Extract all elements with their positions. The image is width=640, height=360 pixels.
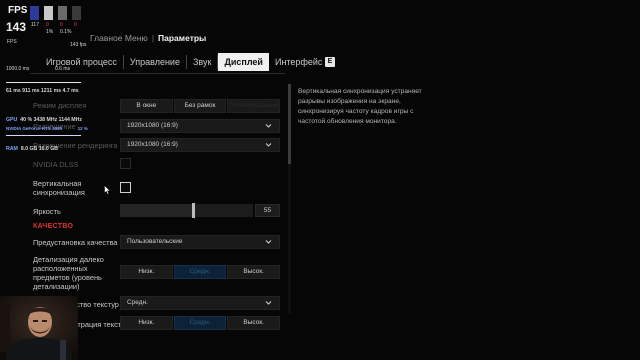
texture-quality-value: Средн.: [127, 299, 148, 306]
overlay-gpu-sub-value: 12 %: [77, 126, 88, 131]
texture-quality-dropdown[interactable]: Средн.: [120, 296, 280, 310]
quality-preset-label: Предустановка качества: [33, 238, 118, 247]
far-detail-low-option[interactable]: Низк.: [120, 265, 173, 279]
brightness-value[interactable]: 55: [255, 204, 280, 217]
display-mode-borderless-option[interactable]: Без рамок: [173, 99, 227, 113]
overlay-gpu-sub-row: NVIDIA GeForce RTX 3080 12 %: [6, 126, 88, 132]
far-detail-segmented: Низк. Средн. Высок.: [120, 265, 281, 279]
overlay-stat-bar: [58, 6, 67, 20]
tab-display[interactable]: Дисплей: [218, 53, 269, 71]
keyboard-key-icon[interactable]: E: [325, 57, 335, 67]
dlss-label: NVIDIA DLSS: [33, 160, 79, 169]
overlay-stat-value: 0: [46, 22, 49, 28]
tab-controls[interactable]: Управление: [124, 53, 186, 71]
overlay-frametime: 143 fps: [70, 42, 87, 48]
quality-section-heading: КАЧЕСТВО: [33, 223, 74, 230]
tab-audio[interactable]: Звук: [187, 53, 217, 71]
display-mode-label: Режим дисплея: [33, 101, 87, 110]
render-resolution-value: 1920x1080 (16:9): [127, 141, 178, 148]
breadcrumb-current: Параметры: [158, 33, 207, 43]
far-detail-medium-option[interactable]: Средн.: [173, 265, 227, 279]
overlay-gpu-row: GPU 40 % 3438 MHz 1144 MHz: [6, 117, 82, 123]
quality-preset-dropdown[interactable]: Пользовательские: [120, 235, 280, 249]
overlay-percentile-01: 0.1%: [60, 29, 72, 35]
far-detail-high-option[interactable]: Высок.: [227, 265, 281, 279]
dlss-checkbox[interactable]: [120, 158, 131, 169]
overlay-stat-value: 117: [31, 22, 39, 28]
display-mode-windowed-option[interactable]: В окне: [120, 99, 173, 113]
texture-filter-medium-option[interactable]: Средн.: [173, 316, 227, 330]
chevron-down-icon: [265, 301, 272, 305]
overlay-ram-tag: RAM: [6, 146, 18, 152]
brightness-slider-fill: [120, 204, 193, 217]
overlay-stat-value: 0: [60, 22, 63, 28]
breadcrumb-parent[interactable]: Главное Меню: [90, 33, 148, 43]
fps-label: FPS: [8, 5, 28, 16]
breadcrumb-separator: |: [151, 33, 155, 43]
vsync-checkbox[interactable]: [120, 182, 131, 193]
far-detail-label: Детализация далеко расположенных предмет…: [33, 255, 104, 291]
chevron-down-icon: [265, 124, 272, 128]
chevron-down-icon: [265, 240, 272, 244]
chevron-down-icon: [265, 143, 272, 147]
overlay-frametime-graph: [6, 82, 81, 83]
overlay-gpu-name: NVIDIA GeForce RTX 3080: [6, 126, 63, 131]
tab-interface[interactable]: Интерфейс: [269, 53, 328, 71]
vsync-label: Вертикальная синхронизация: [33, 179, 85, 197]
texture-filter-high-option[interactable]: Высок.: [227, 316, 281, 330]
texture-filter-segmented: Низк. Средн. Высок.: [120, 316, 281, 330]
settings-scrollbar-thumb[interactable]: [288, 84, 291, 164]
overlay-gpu-text: 40 % 3438 MHz 1144 MHz: [20, 117, 82, 123]
resolution-value: 1920x1080 (16:9): [127, 122, 178, 129]
overlay-stat-bar: [44, 6, 53, 20]
webcam-person-image: [0, 296, 78, 360]
brightness-slider-handle[interactable]: [192, 203, 195, 218]
breadcrumb: Главное Меню | Параметры: [90, 33, 206, 43]
overlay-stat-value: 0: [74, 22, 77, 28]
webcam-feed: [0, 296, 78, 360]
overlay-stat-bar: [72, 6, 81, 20]
render-resolution-dropdown[interactable]: 1920x1080 (16:9): [120, 138, 280, 152]
overlay-percentile-1: 1%: [46, 29, 54, 35]
overlay-gpu-tag: GPU: [6, 117, 18, 123]
quality-preset-value: Пользовательские: [127, 238, 183, 245]
mouse-cursor-icon: [104, 185, 111, 195]
overlay-latency-row: 61 ms 911 ms 1211 ms 4.7 ms: [6, 88, 79, 94]
setting-description: Вертикальная синхронизация устраняет раз…: [298, 88, 422, 125]
fps-unit: FPS: [7, 39, 17, 45]
resolution-dropdown[interactable]: 1920x1080 (16:9): [120, 119, 280, 133]
fps-value: 143: [6, 20, 27, 34]
brightness-label: Яркость: [33, 207, 61, 216]
tab-underline-divider: [30, 73, 285, 74]
overlay-gpu-graph: [6, 135, 81, 136]
overlay-ram-row: RAM 8.0 GB 16.0 GB: [6, 146, 58, 152]
performance-overlay: FPS 143 FPS 117 0 0 0 1% 0.1% 143 fps 10…: [0, 0, 88, 72]
overlay-cpu-value: 0.6 ms: [55, 66, 71, 72]
texture-filter-low-option[interactable]: Низк.: [120, 316, 173, 330]
display-mode-fullscreen-option[interactable]: Полноэкранный: [227, 99, 281, 113]
display-mode-segmented: В окне Без рамок Полноэкранный: [120, 99, 281, 113]
overlay-ram-text: 8.0 GB 16.0 GB: [20, 146, 59, 152]
brightness-slider[interactable]: [120, 203, 253, 218]
overlay-frame-avg: 1000.0 ms: [6, 66, 30, 72]
overlay-stat-bar: [30, 6, 39, 20]
